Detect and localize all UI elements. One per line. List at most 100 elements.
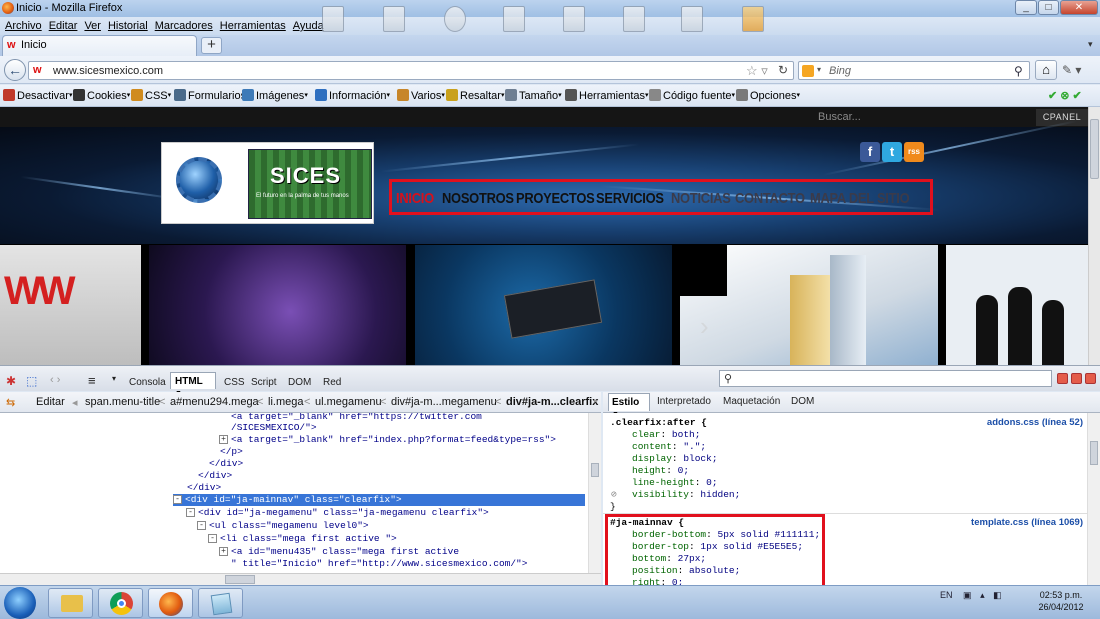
css-property[interactable]: height: 0; bbox=[632, 465, 689, 477]
addon-icon[interactable]: ✎ ▾ bbox=[1062, 60, 1096, 80]
breadcrumb-right-icon[interactable]: ▸ bbox=[594, 396, 598, 405]
page-scrollbar[interactable] bbox=[1088, 107, 1100, 365]
site-search-input[interactable]: Buscar... bbox=[818, 111, 861, 123]
notes-taskbar-icon[interactable] bbox=[198, 588, 243, 618]
url-bar[interactable]: w www.sicesmexico.com ☆ ▿ ↻ bbox=[28, 61, 794, 80]
html-node[interactable]: </div> bbox=[187, 482, 221, 494]
html-node[interactable]: - <div id="ja-megamenu" class="ja-megamen… bbox=[186, 507, 489, 519]
devtool-3[interactable]: Formularios▾ bbox=[174, 89, 250, 102]
slide-electronics-image[interactable] bbox=[149, 245, 406, 365]
html-panel-scrollbar[interactable] bbox=[588, 413, 601, 573]
panel-menu-icon[interactable]: ▾ bbox=[112, 374, 116, 383]
collapse-node-icon[interactable]: - bbox=[186, 508, 195, 517]
nav-noticias[interactable]: NOTICIAS bbox=[671, 190, 731, 207]
tab-css[interactable]: CSS bbox=[224, 377, 245, 388]
menu-ver[interactable]: Ver bbox=[84, 20, 101, 32]
firebug-search-input[interactable]: ⚲ bbox=[719, 370, 1052, 387]
slider-next-icon[interactable]: › bbox=[700, 311, 709, 342]
new-tab-button[interactable]: + bbox=[201, 37, 222, 54]
explorer-taskbar-icon[interactable] bbox=[48, 588, 93, 618]
devtool-1[interactable]: Cookies▾ bbox=[73, 89, 130, 102]
menu-historial[interactable]: Historial bbox=[108, 20, 148, 32]
list-icon[interactable]: ≡ bbox=[88, 373, 96, 388]
expand-node-icon[interactable]: + bbox=[219, 435, 228, 444]
css-selector[interactable]: .clearfix:after { bbox=[610, 417, 707, 429]
nav-mapa-del-sitio[interactable]: MAPA DEL SITIO bbox=[810, 190, 910, 207]
devtool-8[interactable]: Tamaño▾ bbox=[505, 89, 562, 102]
maximize-button[interactable]: □ bbox=[1038, 0, 1059, 15]
devtool-6[interactable]: Varios▾ bbox=[397, 89, 445, 102]
back-button[interactable]: ← bbox=[4, 59, 26, 81]
slide-business-people-image[interactable] bbox=[946, 245, 1088, 365]
twitter-icon[interactable]: t bbox=[882, 142, 902, 162]
tray-arrow-icon[interactable]: ▴ bbox=[980, 590, 985, 600]
nav-proyectos[interactable]: PROYECTOS bbox=[516, 190, 595, 207]
detach-firebug-icon[interactable] bbox=[1071, 373, 1082, 384]
validation-status-icon[interactable]: ✔ ⊗ ✔ bbox=[1048, 89, 1082, 102]
html-node[interactable]: + <a id="menu435" class="mega first activ… bbox=[219, 546, 459, 558]
css-property[interactable]: clear: both; bbox=[632, 429, 700, 441]
html-node[interactable]: </div> bbox=[209, 458, 243, 470]
css-property[interactable]: line-height: 0; bbox=[632, 477, 718, 489]
html-node[interactable]: + <a target="_blank" href="index.php?form… bbox=[219, 434, 556, 446]
slide-buildings-image[interactable] bbox=[680, 245, 938, 365]
html-node-selected[interactable]: - <div id="ja-mainnav" class="clearfix"> bbox=[173, 494, 585, 506]
close-button[interactable]: ✕ bbox=[1060, 0, 1098, 15]
nav-inicio[interactable]: INICIO bbox=[396, 190, 434, 207]
tab-estilo[interactable]: Estilo ▼ bbox=[608, 393, 650, 418]
breadcrumb-item[interactable]: ul.megamenu bbox=[315, 396, 382, 408]
tab-red[interactable]: Red bbox=[323, 377, 341, 388]
tab-consola[interactable]: Consola bbox=[129, 377, 166, 388]
devtool-11[interactable]: Opciones▾ bbox=[736, 89, 800, 102]
breadcrumb-item-current[interactable]: div#ja-m...clearfix bbox=[506, 396, 598, 408]
tab-dom[interactable]: DOM bbox=[288, 377, 311, 388]
nav-servicios[interactable]: SERVICIOS bbox=[596, 190, 664, 207]
css-property[interactable]: visibility: hidden; bbox=[632, 489, 740, 501]
menu-archivo[interactable]: Archivo bbox=[5, 20, 42, 32]
devtool-10[interactable]: Código fuente▾ bbox=[649, 89, 735, 102]
nav-contacto[interactable]: CONTACTO bbox=[735, 190, 805, 207]
collapse-node-icon[interactable]: - bbox=[173, 495, 182, 504]
html-node[interactable]: " title="Inicio" href="http://www.sicesm… bbox=[231, 558, 527, 570]
devtool-0[interactable]: Desactivar▾ bbox=[3, 89, 72, 102]
css-property[interactable]: content: "."; bbox=[632, 441, 706, 453]
tab-inicio[interactable]: w Inicio bbox=[2, 35, 197, 56]
clock[interactable]: 02:53 p.m. 26/04/2012 bbox=[1026, 589, 1096, 613]
nav-nosotros[interactable]: NOSOTROS bbox=[442, 190, 514, 207]
slide-chip-image[interactable] bbox=[415, 245, 672, 365]
close-firebug-icon[interactable] bbox=[1085, 373, 1096, 384]
minimize-firebug-icon[interactable] bbox=[1057, 373, 1068, 384]
volume-icon[interactable]: ◧ bbox=[993, 590, 1002, 600]
start-button[interactable] bbox=[4, 587, 36, 619]
tab-maquetacion[interactable]: Maquetación bbox=[723, 396, 780, 407]
disable-property-icon[interactable]: ⊘ bbox=[611, 489, 617, 501]
css-source-link[interactable]: addons.css (línea 52) bbox=[987, 417, 1083, 428]
bookmark-star-icon[interactable]: ☆ ▿ bbox=[746, 63, 768, 79]
css-source-link[interactable]: template.css (línea 1069) bbox=[971, 517, 1083, 528]
inspect-icon[interactable]: ⬚ bbox=[26, 374, 37, 388]
tab-html[interactable]: HTML ▼ bbox=[170, 372, 216, 397]
network-icon[interactable]: ▣ bbox=[963, 590, 972, 600]
html-node[interactable]: </p> bbox=[220, 446, 243, 458]
rss-icon[interactable]: rss bbox=[904, 142, 924, 162]
breadcrumb-item[interactable]: span.menu-title bbox=[85, 396, 160, 408]
collapse-node-icon[interactable]: - bbox=[208, 534, 217, 543]
devtool-4[interactable]: Imágenes▾ bbox=[242, 89, 308, 102]
search-input[interactable]: Bing bbox=[829, 65, 851, 77]
search-bar[interactable]: ▾ Bing ⚲ bbox=[798, 61, 1030, 80]
tab-list-icon[interactable]: ▾ bbox=[1088, 39, 1093, 50]
firefox-taskbar-icon[interactable] bbox=[148, 588, 193, 618]
edit-button[interactable]: Editar bbox=[36, 396, 65, 408]
firebug-icon[interactable]: ✱ bbox=[6, 374, 16, 388]
site-identity-icon[interactable]: w bbox=[33, 64, 42, 76]
engine-dropdown-icon[interactable]: ▾ bbox=[817, 65, 821, 74]
site-logo[interactable]: SICES El futuro en la palma de tus manos bbox=[161, 142, 374, 224]
breadcrumb-item[interactable]: div#ja-m...megamenu bbox=[391, 396, 497, 408]
search-icon[interactable]: ⚲ bbox=[1014, 64, 1023, 78]
html-node[interactable]: - <li class="mega first active "> bbox=[208, 533, 397, 545]
menu-marcadores[interactable]: Marcadores bbox=[155, 20, 213, 32]
collapse-node-icon[interactable]: - bbox=[197, 521, 206, 530]
facebook-icon[interactable]: f bbox=[860, 142, 880, 162]
minimize-button[interactable]: _ bbox=[1015, 0, 1037, 15]
reload-icon[interactable]: ↻ bbox=[778, 63, 788, 77]
